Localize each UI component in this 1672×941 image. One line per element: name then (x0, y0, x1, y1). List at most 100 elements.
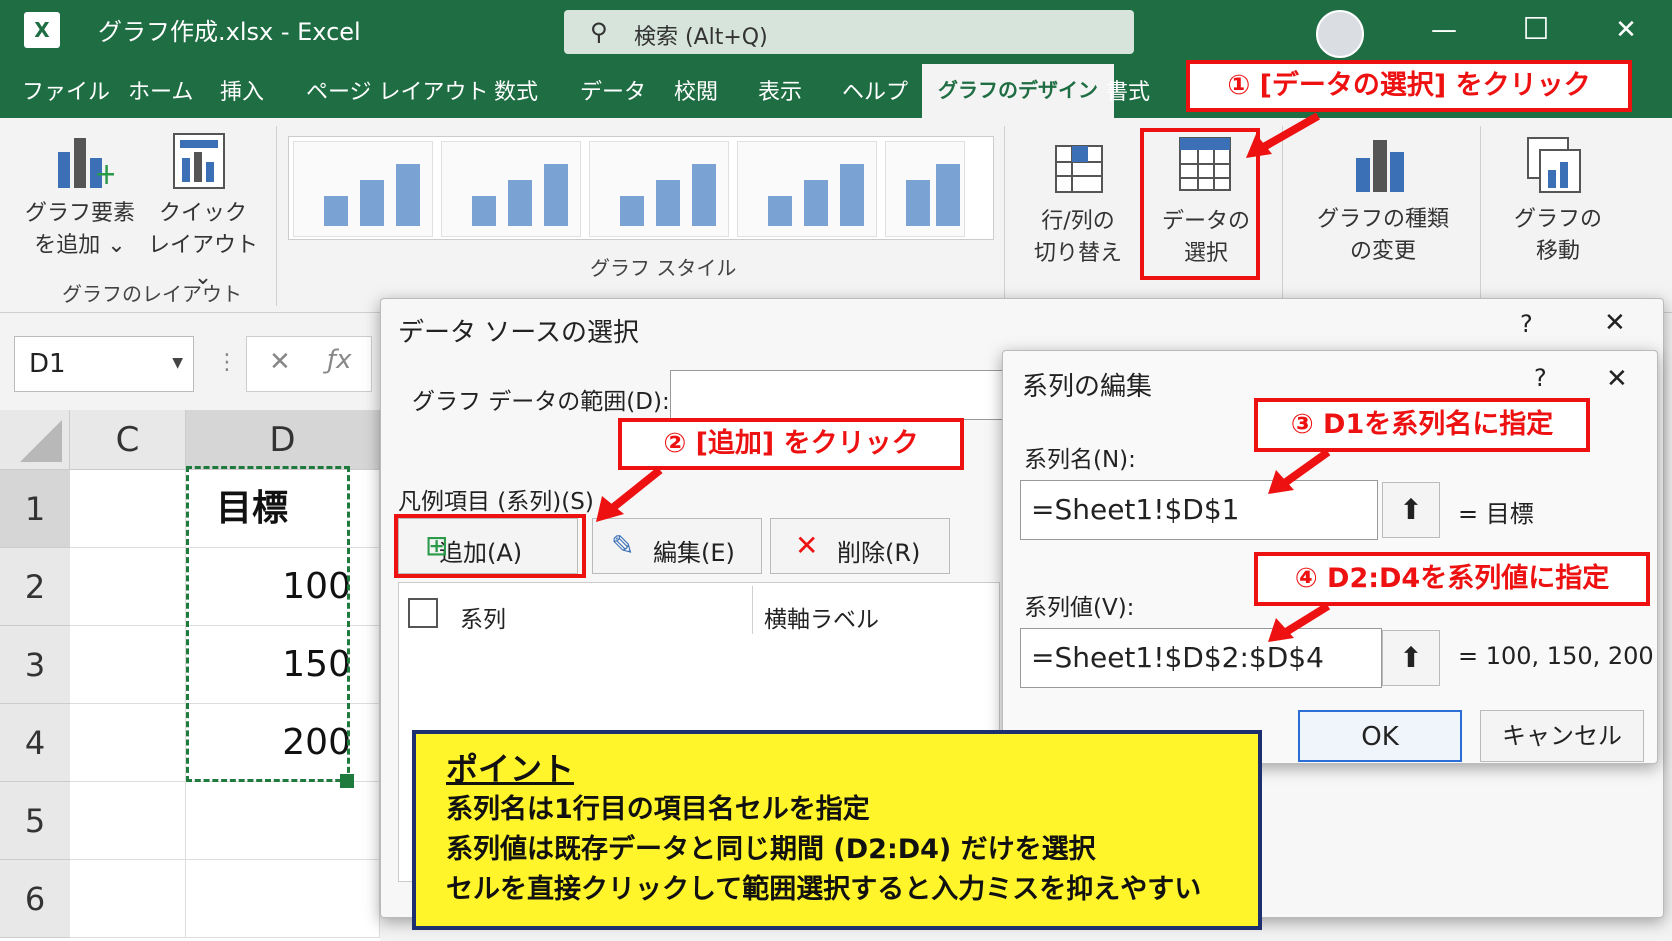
chart-style-thumb[interactable] (737, 141, 877, 237)
legend-entries-label: 凡例項目 (系列)(S) (398, 489, 594, 515)
cell-c3[interactable] (70, 626, 186, 704)
row-header-1[interactable]: 1 (0, 470, 70, 548)
chart-style-group-label: グラフ スタイル (590, 256, 737, 280)
close-icon[interactable]: ✕ (1606, 364, 1628, 394)
search-placeholder: 検索 (Alt+Q) (634, 25, 768, 50)
delete-icon: ✕ (795, 529, 819, 562)
tab-file[interactable]: ファイル (22, 74, 110, 106)
edit-icon: ✎ (611, 529, 635, 562)
add-button-highlight (394, 514, 586, 578)
cell-c4[interactable] (70, 704, 186, 782)
series-name-preview: = 目標 (1458, 500, 1534, 528)
switch-row-column-icon (1054, 136, 1104, 194)
search-icon: ⚲ (590, 18, 608, 46)
chart-layout-group-label: グラフのレイアウト (62, 282, 242, 306)
chart-style-thumb[interactable] (589, 141, 729, 237)
svg-text:+: + (94, 157, 114, 190)
callout-1-arrow (1246, 112, 1320, 158)
cell-c1[interactable] (70, 470, 186, 548)
maximize-button[interactable]: ☐ (1516, 10, 1556, 50)
cell-c5[interactable] (70, 782, 186, 860)
ribbon-separator (1004, 126, 1005, 306)
change-chart-type-icon (1352, 136, 1408, 194)
tab-chart-design[interactable]: グラフのデザイン (922, 64, 1114, 118)
name-box[interactable]: D1 ▼ (14, 336, 194, 392)
quick-layout-icon (172, 132, 226, 190)
insert-function-icon[interactable]: ƒx (327, 345, 352, 375)
point-note-box: ポイント 系列名は1行目の項目名セルを指定 系列値は既存データと同じ期間 (D2… (412, 730, 1262, 930)
minimize-button[interactable]: — (1424, 10, 1464, 50)
cell-c2[interactable] (70, 548, 186, 626)
column-divider (752, 586, 753, 634)
callout-step-2: ② [追加] をクリック (618, 418, 964, 470)
callout-2-arrow (596, 466, 663, 522)
row-header-6[interactable]: 6 (0, 860, 70, 938)
callout-step-4: ④ D2:D4を系列値に指定 (1254, 552, 1650, 606)
cell-c6[interactable] (70, 860, 186, 938)
help-icon[interactable]: ? (1520, 310, 1533, 338)
tab-home[interactable]: ホーム (128, 74, 193, 106)
move-chart-icon (1526, 136, 1582, 194)
close-window-button[interactable]: ✕ (1606, 10, 1646, 50)
select-data-source-title: データ ソースの選択 (398, 318, 639, 348)
chevron-down-icon[interactable]: ▼ (172, 355, 183, 371)
row-header-2[interactable]: 2 (0, 548, 70, 626)
row-header-4[interactable]: 4 (0, 704, 70, 782)
row-header-5[interactable]: 5 (0, 782, 70, 860)
point-line-3: セルを直接クリックして範囲選択すると入力ミスを抑えやすい (446, 874, 1202, 905)
column-header-d[interactable]: D (186, 410, 380, 470)
tab-help[interactable]: ヘルプ (842, 74, 908, 106)
cancel-entry-icon[interactable]: ✕ (269, 347, 291, 377)
tab-format[interactable]: 書式 (1106, 74, 1150, 106)
switch-row-column-button[interactable]: 行/列の 切り替え (1018, 206, 1138, 270)
collapse-dialog-icon[interactable]: ⬆ (1382, 482, 1440, 538)
help-icon[interactable]: ? (1534, 364, 1547, 392)
series-name-label: 系列名(N): (1024, 447, 1136, 473)
axis-label-column-header: 横軸ラベル (764, 607, 879, 633)
callout-4-arrow (1268, 602, 1331, 642)
tab-formulas[interactable]: 数式 (494, 74, 538, 106)
search-box[interactable]: ⚲ 検索 (Alt+Q) (564, 10, 1134, 54)
chart-style-gallery[interactable] (288, 136, 994, 240)
marching-ants-selection (186, 466, 350, 782)
collapse-dialog-icon[interactable]: ⬆ (1382, 630, 1440, 686)
edit-series-button[interactable]: ✎ 編集(E) (592, 518, 762, 574)
ribbon-separator (276, 126, 277, 306)
ok-button[interactable]: OK (1298, 710, 1462, 762)
callout-3-arrow (1268, 448, 1331, 494)
move-chart-button[interactable]: グラフの 移動 (1498, 204, 1618, 268)
point-line-1: 系列名は1行目の項目名セルを指定 (446, 794, 870, 825)
series-select-all-checkbox[interactable] (408, 598, 438, 628)
name-box-value: D1 (29, 349, 66, 379)
ribbon-separator (1480, 126, 1481, 306)
formula-bar-grip-icon: ⋮ (216, 350, 238, 375)
window-title: グラフ作成.xlsx - Excel (98, 18, 361, 46)
tab-insert[interactable]: 挿入 (220, 74, 264, 106)
cancel-button[interactable]: キャンセル (1480, 710, 1644, 762)
chart-style-thumb[interactable] (885, 141, 965, 237)
row-header-3[interactable]: 3 (0, 626, 70, 704)
add-chart-element-button[interactable]: グラフ要素 を追加 ⌄ (20, 198, 140, 262)
series-values-label: 系列値(V): (1024, 595, 1135, 621)
tab-view[interactable]: 表示 (758, 74, 802, 106)
delete-series-button[interactable]: ✕ 削除(R) (770, 518, 950, 574)
series-column-header: 系列 (460, 607, 506, 633)
edit-series-title: 系列の編集 (1022, 372, 1153, 402)
chart-style-thumb[interactable] (293, 141, 433, 237)
select-all-corner[interactable] (0, 410, 70, 470)
tab-data[interactable]: データ (580, 74, 646, 106)
change-chart-type-button[interactable]: グラフの種類 の変更 (1308, 204, 1458, 268)
excel-logo-icon: X (24, 12, 60, 48)
fill-handle[interactable] (340, 774, 354, 788)
column-header-c[interactable]: C (70, 410, 186, 470)
formula-bar-buttons: ✕ ƒx (246, 336, 372, 392)
cell-d6[interactable] (186, 860, 380, 938)
point-line-2: 系列値は既存データと同じ期間 (D2:D4) だけを選択 (446, 834, 1096, 865)
chart-data-range-input[interactable] (670, 370, 1010, 420)
account-avatar[interactable] (1316, 10, 1364, 58)
chart-style-thumb[interactable] (441, 141, 581, 237)
tab-page-layout[interactable]: ページ レイアウト (306, 74, 489, 106)
cell-d5[interactable] (186, 782, 380, 860)
tab-review[interactable]: 校閲 (674, 74, 718, 106)
close-icon[interactable]: ✕ (1604, 308, 1626, 338)
